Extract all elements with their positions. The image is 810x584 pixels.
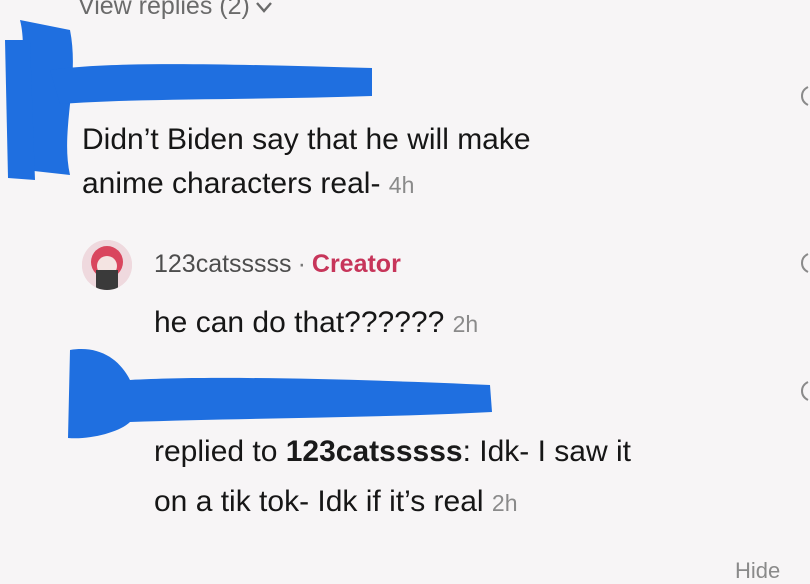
user-reply-text-line1: : Idk- I saw it: [462, 435, 631, 468]
reply-header: 123catsssss · Creator: [154, 250, 401, 279]
comment-body: Didn’t Biden say that he will make anime…: [82, 118, 531, 207]
avatar-image: [82, 240, 132, 290]
replied-to-username[interactable]: 123catsssss: [286, 435, 463, 468]
comment-text-line1: Didn’t Biden say that he will make: [82, 123, 531, 156]
user-reply-body: replied to 123catsssss: Idk- I saw it on…: [154, 430, 631, 525]
user-reply-timestamp: 2h: [491, 490, 518, 516]
creator-badge: Creator: [311, 250, 401, 278]
creator-reply-text: he can do that??????: [154, 306, 445, 339]
comment-text-line2: anime characters real-: [82, 167, 381, 200]
replied-to-prefix: replied to: [154, 435, 286, 468]
like-icon[interactable]: [798, 252, 810, 274]
user-reply-text-line2: on a tik tok- Idk if it’s real: [154, 485, 484, 518]
creator-reply-timestamp: 2h: [452, 311, 479, 337]
like-icon[interactable]: [798, 380, 810, 402]
hide-button[interactable]: Hide: [735, 558, 780, 584]
like-icon[interactable]: [798, 85, 810, 107]
avatar[interactable]: [82, 240, 132, 290]
username-link[interactable]: 123catsssss: [154, 250, 292, 278]
separator-dot: ·: [297, 250, 306, 278]
comment-timestamp: 4h: [388, 172, 415, 198]
